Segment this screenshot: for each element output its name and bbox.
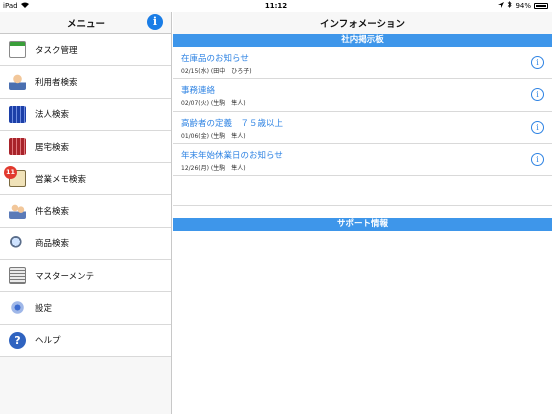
sidebar-item-label: 商品検索 (35, 239, 70, 250)
info-icon[interactable]: i (531, 120, 544, 134)
notice-title[interactable]: 事務連絡 (181, 84, 215, 96)
battery-percent: 94% (515, 2, 531, 10)
notice-title[interactable]: 在庫品のお知らせ (181, 52, 249, 64)
info-icon[interactable]: i (531, 56, 544, 69)
location-icon (498, 0, 505, 12)
user-icon (9, 73, 26, 91)
corporation-building-icon (9, 105, 26, 123)
home-building-icon (9, 137, 26, 155)
info-icon[interactable]: i (531, 152, 544, 166)
people-icon (9, 202, 26, 220)
sidebar-item-product-search[interactable]: 商品検索 (0, 228, 171, 261)
main-panel: インフォメーション 社内掲示板 在庫品のお知らせ 02/15(水) (田中 ひろ… (173, 12, 552, 414)
sidebar-header: メニュー i (0, 12, 171, 34)
notice-title[interactable]: 年末年始休業日のお知らせ (181, 149, 283, 161)
magnifier-icon (9, 234, 26, 252)
page-title: インフォメーション (173, 12, 552, 34)
notice-meta: 01/06(金) (生駒 隼人) (181, 132, 246, 140)
sidebar-item-task[interactable]: タスク管理 (0, 34, 171, 67)
info-icon[interactable]: i (147, 14, 163, 30)
notice-item[interactable]: 在庫品のお知らせ 02/15(水) (田中 ひろ子) i (173, 47, 552, 80)
notice-meta: 02/15(水) (田中 ひろ子) (181, 68, 252, 75)
sidebar-item-label: 営業メモ検索 (35, 174, 87, 185)
sidebar-item-label: 居宅検索 (35, 142, 70, 153)
sidebar-item-subject-search[interactable]: 件名検索 (0, 195, 171, 228)
sidebar-item-label: 利用者検索 (35, 77, 78, 88)
status-time: 11:12 (264, 2, 288, 10)
bulletin-header: 社内掲示板 (173, 34, 552, 47)
battery-icon (534, 3, 548, 9)
sidebar-item-user-search[interactable]: 利用者検索 (0, 66, 171, 99)
sidebar-item-home-search[interactable]: 居宅検索 (0, 131, 171, 164)
notice-title[interactable]: 高齢者の定義 ７５歳以上 (181, 117, 283, 129)
sidebar-item-settings[interactable]: 設定 (0, 292, 171, 325)
status-right: 94% (498, 0, 548, 12)
sidebar-item-help[interactable]: ? ヘルプ (0, 325, 171, 357)
sidebar: メニュー i タスク管理 利用者検索 法人検索 居宅検索 11 営業メモ検索 件… (0, 12, 172, 414)
sidebar-item-label: 件名検索 (35, 207, 70, 218)
sidebar-item-label: 設定 (35, 304, 53, 315)
notice-empty-row (173, 176, 552, 207)
info-icon[interactable]: i (531, 88, 544, 102)
sidebar-item-label: 法人検索 (35, 110, 70, 121)
notice-meta: 02/07(火) (生駒 隼人) (181, 100, 246, 108)
sidebar-item-label: マスターメンテ (35, 271, 95, 282)
notice-item[interactable]: 高齢者の定義 ７５歳以上 01/06(金) (生駒 隼人) i (173, 112, 552, 144)
sidebar-item-corporation-search[interactable]: 法人検索 (0, 99, 171, 131)
bluetooth-icon (507, 0, 513, 12)
sidebar-item-sales-memo[interactable]: 11 営業メモ検索 (0, 163, 171, 196)
notice-item[interactable]: 年末年始休業日のお知らせ 12/26(月) (生駒 隼人) i (173, 144, 552, 177)
sidebar-item-master-maintenance[interactable]: マスターメンテ (0, 260, 171, 293)
gear-icon (9, 299, 26, 317)
menu-list: タスク管理 利用者検索 法人検索 居宅検索 11 営業メモ検索 件名検索 商品検… (0, 34, 171, 357)
notice-item[interactable]: 事務連絡 02/07(火) (生駒 隼人) i (173, 79, 552, 112)
sidebar-item-label: ヘルプ (35, 336, 61, 347)
keyboard-icon (9, 267, 26, 285)
help-icon: ? (9, 331, 26, 349)
task-list-icon (9, 41, 26, 58)
notice-meta: 12/26(月) (生駒 隼人) (181, 164, 246, 172)
support-header: サポート情報 (173, 218, 552, 232)
sidebar-item-label: タスク管理 (35, 45, 78, 56)
status-bar: iPad 11:12 94% (0, 0, 552, 12)
